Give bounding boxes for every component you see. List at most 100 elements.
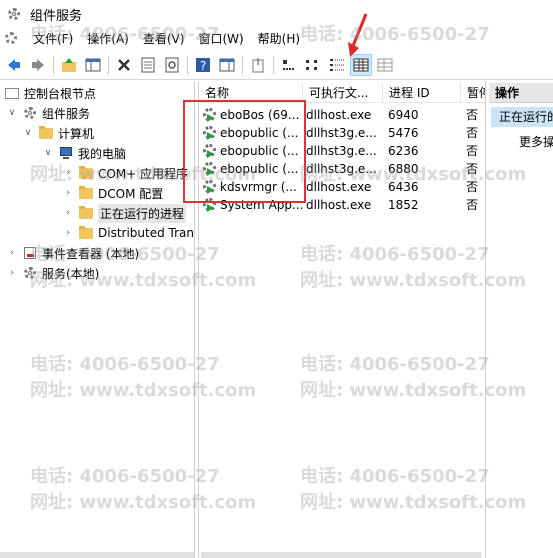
show-action-pane-icon[interactable]	[217, 55, 237, 75]
show-tree-icon[interactable]	[83, 55, 103, 75]
list-item[interactable]: System App... dllhost.exe 1852 否	[199, 196, 485, 214]
system-menu-icon[interactable]	[4, 31, 20, 47]
folder-icon	[78, 225, 94, 241]
tree-item-component-services[interactable]: ∨ 组件服务	[6, 103, 90, 123]
tree-item-label: Distributed Tran	[98, 226, 194, 240]
menu-bar: 文件(F) 操作(A) 查看(V) 窗口(W) 帮助(H)	[0, 28, 553, 50]
up-folder-icon[interactable]	[59, 55, 79, 75]
process-exe: dllhost.exe	[306, 198, 372, 212]
running-process-icon	[202, 197, 218, 213]
tree-item-distributed-transaction[interactable]: › Distributed Tran	[62, 223, 194, 243]
list-view-icon[interactable]	[327, 55, 347, 75]
column-header-paused[interactable]: 暂停	[461, 83, 485, 103]
services-gear-icon	[22, 265, 38, 281]
svg-text:?: ?	[200, 59, 206, 73]
delete-icon[interactable]	[114, 55, 134, 75]
toolbar-separator	[108, 55, 109, 74]
list-item[interactable]: eboBos (69... dllhost.exe 6940 否	[199, 106, 485, 124]
export-list-icon[interactable]	[248, 55, 268, 75]
toolbar-separator	[242, 55, 243, 74]
running-process-icon	[202, 125, 218, 141]
running-process-icon	[202, 143, 218, 159]
chevron-down-icon[interactable]: ∨	[6, 107, 18, 119]
tree-horizontal-scrollbar[interactable]	[0, 552, 194, 558]
column-header-name[interactable]: 名称	[199, 83, 303, 103]
tree-item-label: 组件服务	[42, 106, 91, 121]
tree-item-label: 我的电脑	[78, 146, 127, 161]
menu-view[interactable]: 查看(V)	[136, 28, 192, 50]
process-name: ebopublic (...	[220, 144, 299, 158]
chevron-down-icon[interactable]: ∨	[42, 147, 54, 159]
back-icon[interactable]	[4, 55, 24, 75]
process-exe: dllhst3g.e...	[306, 162, 377, 176]
process-pid: 5476	[388, 126, 419, 140]
process-name: System App...	[220, 198, 303, 212]
process-exe: dllhst3g.e...	[306, 144, 377, 158]
large-icons-view-icon[interactable]	[279, 55, 299, 75]
column-header-pid[interactable]: 进程 ID	[383, 83, 461, 103]
action-section-header[interactable]: 正在运行的	[491, 107, 553, 127]
toolbar-separator	[187, 55, 188, 74]
properties-icon[interactable]	[138, 55, 158, 75]
tree-item-computers[interactable]: ∨ 计算机	[22, 123, 94, 143]
tree-item-dcom-config[interactable]: › DCOM 配置	[62, 183, 163, 203]
process-list: 名称 可执行文... 进程 ID 暂停 eboBos (69... dllhos…	[198, 81, 486, 558]
process-name: eboBos (69...	[220, 108, 300, 122]
process-name: ebopublic (...	[220, 162, 299, 176]
tree-item-running-processes[interactable]: › 正在运行的进程	[62, 203, 187, 223]
list-horizontal-scrollbar[interactable]	[201, 552, 481, 558]
chevron-down-icon[interactable]: ∨	[22, 127, 34, 139]
help-icon[interactable]: ?	[193, 55, 213, 75]
process-paused: 否	[466, 198, 479, 212]
process-paused: 否	[466, 144, 479, 158]
tree-item-label: 计算机	[58, 126, 95, 141]
process-name: kdsvrmgr (...	[220, 180, 297, 194]
chevron-right-icon[interactable]: ›	[6, 247, 18, 259]
tree-item-com-apps[interactable]: › COM+ 应用程序	[62, 163, 188, 183]
column-header-executable[interactable]: 可执行文...	[303, 83, 383, 103]
menu-window[interactable]: 窗口(W)	[191, 28, 250, 50]
folder-icon	[78, 205, 94, 221]
process-name-cell: ebopublic (...	[199, 142, 303, 160]
more-actions-link[interactable]: 更多操	[519, 133, 553, 150]
tree-item-console-root[interactable]: 控制台根节点	[2, 83, 96, 103]
running-process-icon	[202, 161, 218, 177]
toolbar-separator	[273, 55, 274, 74]
list-item[interactable]: ebopublic (... dllhst3g.e... 5476 否	[199, 124, 485, 142]
running-process-icon	[202, 179, 218, 195]
tree-item-label: DCOM 配置	[98, 186, 164, 201]
list-item[interactable]: kdsvrmgr (... dllhost.exe 6436 否	[199, 178, 485, 196]
forward-icon[interactable]	[28, 55, 48, 75]
running-process-icon	[202, 107, 218, 123]
folder-icon	[78, 185, 94, 201]
event-viewer-icon	[22, 245, 38, 261]
chevron-right-icon[interactable]: ›	[6, 267, 18, 279]
menu-action[interactable]: 操作(A)	[80, 28, 136, 50]
tree-item-services[interactable]: › 服务(本地)	[6, 263, 99, 283]
refresh-icon[interactable]	[162, 55, 182, 75]
chevron-right-icon[interactable]: ›	[62, 167, 74, 179]
computer-icon	[58, 145, 74, 161]
process-paused: 否	[466, 162, 479, 176]
process-exe: dllhost.exe	[306, 180, 372, 194]
chevron-right-icon[interactable]: ›	[62, 187, 74, 199]
menu-help[interactable]: 帮助(H)	[251, 28, 307, 50]
tree-item-my-computer[interactable]: ∨ 我的电脑	[42, 143, 126, 163]
list-item[interactable]: ebopublic (... dllhst3g.e... 6236 否	[199, 142, 485, 160]
list-item[interactable]: ebopublic (... dllhst3g.e... 6880 否	[199, 160, 485, 178]
folder-icon	[38, 125, 54, 141]
folder-icon	[78, 165, 94, 181]
process-pid: 1852	[388, 198, 419, 212]
small-icons-view-icon[interactable]	[303, 55, 323, 75]
chevron-right-icon[interactable]: ›	[62, 207, 74, 219]
tree-item-label: 事件查看器 (本地)	[42, 246, 140, 261]
status-view-icon[interactable]	[375, 55, 395, 75]
component-services-icon	[6, 6, 22, 22]
menu-file[interactable]: 文件(F)	[26, 28, 80, 50]
chevron-right-icon[interactable]: ›	[62, 227, 74, 239]
action-pane-title: 操作	[489, 83, 553, 103]
tree-item-event-viewer[interactable]: › 事件查看器 (本地)	[6, 243, 139, 263]
title-bar: 组件服务	[0, 0, 553, 28]
list-header: 名称 可执行文... 进程 ID 暂停	[199, 83, 485, 103]
tree-item-label: 控制台根节点	[24, 86, 97, 101]
